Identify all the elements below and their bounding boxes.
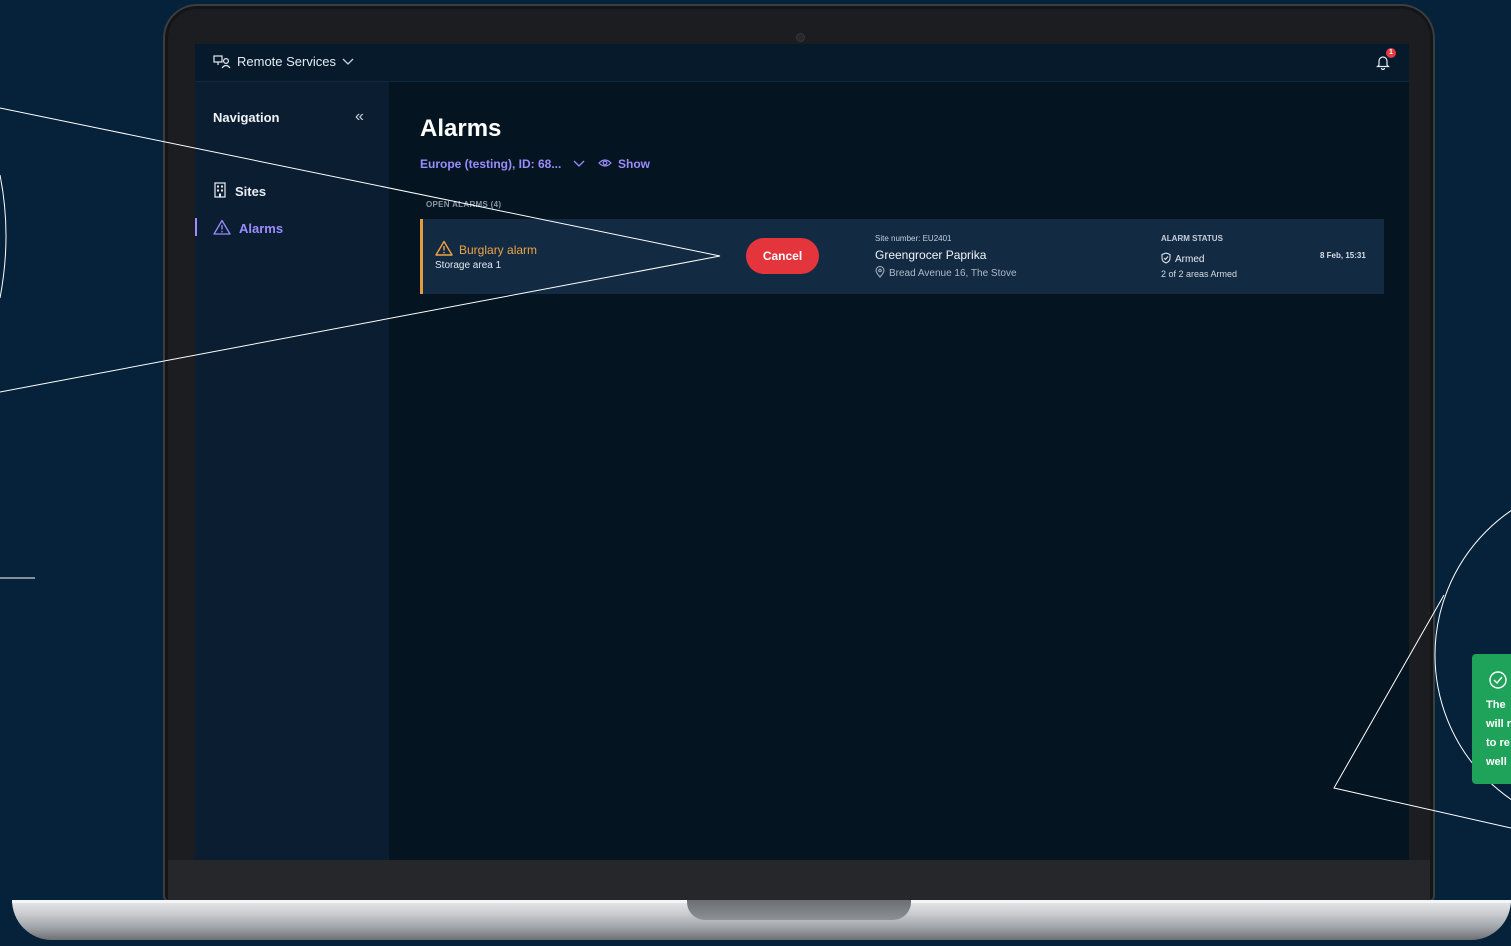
alarm-status-heading: ALARM STATUS (1161, 234, 1223, 243)
eye-icon (598, 157, 612, 171)
collapse-sidebar-icon[interactable]: « (355, 108, 364, 126)
toast-message: The will r to re well (1486, 696, 1511, 772)
top-bar: Remote Services 1 (195, 44, 1409, 82)
webcam (796, 33, 805, 42)
toast-line: will r (1486, 718, 1511, 730)
warning-triangle-icon (435, 240, 453, 259)
toast-line: well (1486, 756, 1507, 768)
building-icon (213, 182, 227, 201)
check-circle-icon (1488, 670, 1508, 695)
site-address-label: Bread Avenue 16, The Stove (889, 268, 1017, 279)
laptop-chin (168, 860, 1430, 900)
sidebar-title: Navigation (213, 110, 280, 125)
open-alarms-heading: OPEN ALARMS (4) (426, 200, 502, 209)
notification-badge: 1 (1386, 48, 1396, 58)
alarm-type: Burglary alarm (435, 240, 537, 259)
sidebar-item-sites[interactable]: Sites (213, 182, 266, 201)
alarm-status: Armed (1161, 252, 1204, 267)
site-address: Bread Avenue 16, The Stove (875, 266, 1017, 281)
chevron-down-icon (342, 58, 354, 66)
region-filter-label: Europe (testing), ID: 68... (420, 157, 562, 171)
show-toggle[interactable]: Show (598, 157, 650, 171)
alarm-type-label: Burglary alarm (459, 242, 538, 257)
region-filter-dropdown[interactable]: Europe (testing), ID: 68... (420, 157, 585, 171)
alarm-row[interactable]: Burglary alarm Storage area 1 Cancel Sit… (420, 219, 1384, 294)
alarm-area: Storage area 1 (435, 260, 502, 271)
app-switcher-label: Remote Services (237, 54, 336, 69)
app-switcher[interactable]: Remote Services (213, 54, 354, 69)
app-screen: Remote Services 1 Navigation « Sites Ala… (195, 44, 1409, 860)
toast-line: The (1486, 699, 1506, 711)
site-name[interactable]: Greengrocer Paprika (875, 248, 986, 262)
alarm-status-detail: 2 of 2 areas Armed (1161, 269, 1238, 279)
shield-icon (1161, 252, 1171, 267)
remote-services-icon (213, 54, 231, 69)
site-number: Site number: EU2401 (875, 234, 952, 243)
warning-triangle-icon (213, 219, 231, 238)
toast-line: to re (1486, 737, 1510, 749)
alarm-timestamp: 8 Feb, 15:31 (1320, 251, 1366, 260)
laptop-notch (687, 900, 911, 920)
location-pin-icon (875, 266, 885, 281)
success-toast: The will r to re well (1472, 654, 1511, 784)
active-nav-indicator (195, 218, 197, 236)
chevron-down-icon (567, 157, 585, 171)
cancel-alarm-button[interactable]: Cancel (746, 238, 819, 274)
sidebar: Navigation « Sites Alarms (195, 82, 389, 860)
alarm-status-label: Armed (1175, 254, 1205, 265)
page-title: Alarms (420, 115, 502, 142)
sidebar-item-alarms[interactable]: Alarms (213, 219, 283, 238)
sidebar-item-label: Alarms (239, 221, 284, 236)
show-label: Show (618, 157, 650, 171)
sidebar-item-label: Sites (235, 184, 267, 199)
